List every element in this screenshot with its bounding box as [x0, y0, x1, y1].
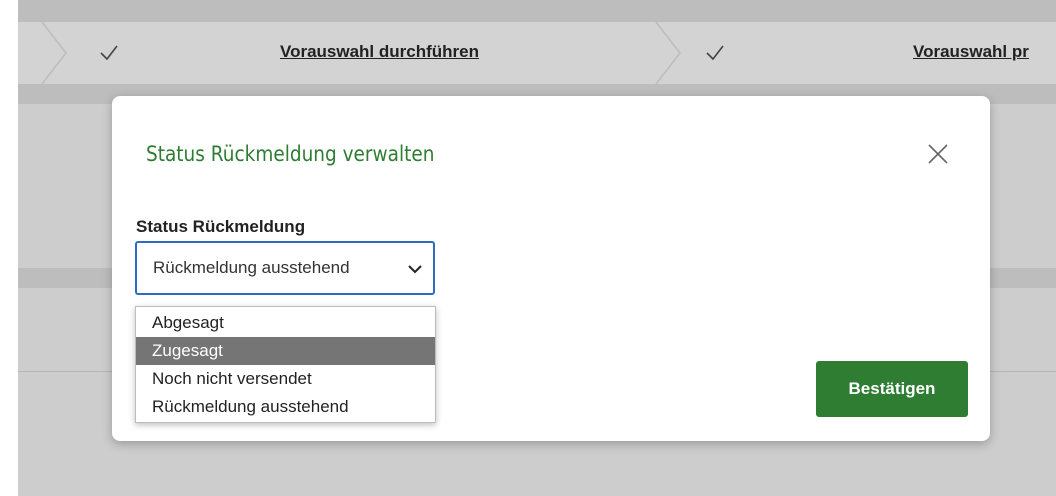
option-zugesagt[interactable]: Zugesagt: [136, 337, 435, 365]
chevron-down-icon: [408, 265, 422, 274]
close-button[interactable]: [926, 142, 950, 166]
option-noch-nicht-versendet[interactable]: Noch nicht versendet: [136, 365, 435, 393]
page: Vorauswahl durchführen Vorauswahl pr Sta…: [0, 0, 1056, 496]
progress-stepper: Vorauswahl durchführen Vorauswahl pr: [18, 22, 1056, 84]
status-field-label: Status Rückmeldung: [136, 217, 306, 236]
step-separator-icon: [41, 22, 67, 84]
status-select[interactable]: Rückmeldung ausstehend: [135, 241, 435, 295]
step-link-2[interactable]: Vorauswahl pr: [913, 42, 1029, 62]
status-dropdown-list: Abgesagt Zugesagt Noch nicht versendet R…: [135, 306, 436, 423]
status-dialog: Status Rückmeldung verwalten Status Rück…: [112, 96, 990, 441]
top-bar: [18, 0, 1056, 22]
close-icon: [928, 144, 948, 164]
step-link-1[interactable]: Vorauswahl durchführen: [280, 42, 479, 62]
checkmark-icon: [706, 45, 724, 61]
status-select-value: Rückmeldung ausstehend: [153, 258, 350, 277]
step-separator-icon: [655, 22, 681, 84]
dialog-title: Status Rückmeldung verwalten: [146, 142, 435, 166]
left-margin: [0, 0, 18, 496]
confirm-button[interactable]: Bestätigen: [816, 361, 968, 417]
option-abgesagt[interactable]: Abgesagt: [136, 309, 435, 337]
option-rueckmeldung-ausstehend[interactable]: Rückmeldung ausstehend: [136, 393, 435, 421]
checkmark-icon: [100, 45, 118, 61]
